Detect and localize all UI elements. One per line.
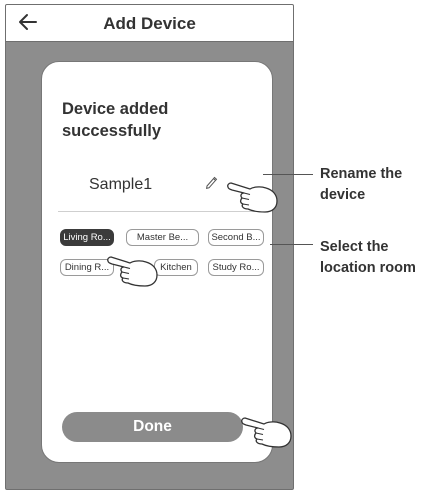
callout-location: Select the location room (320, 239, 416, 276)
page-title: Add Device (103, 14, 196, 33)
callout-line (263, 174, 313, 175)
hand-pointer-icon (227, 182, 278, 213)
callout-rename: Rename the device (320, 166, 403, 203)
hand-pointer-icon (241, 417, 292, 448)
room-chip-living-room[interactable]: Living Ro... (60, 229, 114, 246)
done-button[interactable]: Done (62, 412, 243, 442)
app-bar: Add Device (6, 5, 293, 42)
device-name: Sample1 (89, 176, 153, 193)
room-chip-study-room[interactable]: Study Ro... (208, 259, 264, 276)
callout-line (270, 244, 313, 245)
room-chip-master-bedroom[interactable]: Master Be... (126, 229, 199, 246)
dialog-heading: Device added successfully (62, 100, 169, 140)
pencil-icon[interactable] (204, 174, 218, 190)
room-chip-second-bedroom[interactable]: Second B... (208, 229, 264, 246)
hand-pointer-icon (107, 256, 158, 287)
room-chip-kitchen[interactable]: Kitchen (154, 259, 198, 276)
